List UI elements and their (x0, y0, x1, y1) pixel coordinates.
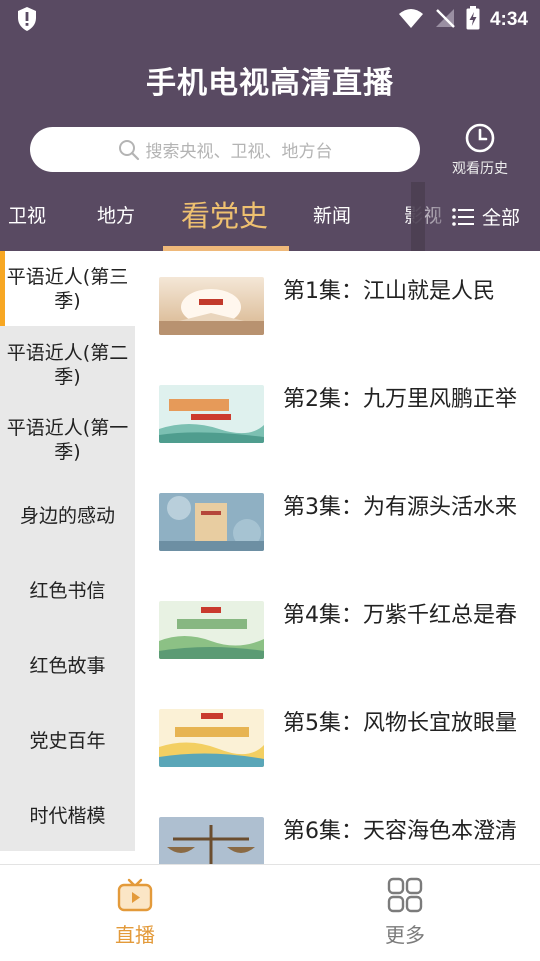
episode-title: 第2集：九万里风鹏正举 (283, 387, 517, 412)
sidebar: 平语近人(第三季) 平语近人(第二季) 平语近人(第一季) 身边的感动 红色书信… (0, 251, 135, 851)
episode-list: 第1集：江山就是人民 第2集：九万里风鹏正举 第3集：为有源头活水来 第4集：万… (135, 251, 540, 864)
list-item[interactable]: 第6集：天容海色本澄清 (135, 805, 540, 864)
tab-satellite[interactable]: 卫视 (8, 182, 46, 251)
episode-title: 第4集：万紫千红总是春 (283, 603, 517, 628)
list-item[interactable]: 第3集：为有源头活水来 (135, 481, 540, 581)
episode-thumbnail (159, 493, 264, 551)
episode-title: 第6集：天容海色本澄清 (283, 819, 517, 844)
episode-title: 第3集：为有源头活水来 (283, 495, 517, 520)
sidebar-item-role-models[interactable]: 时代楷模 (0, 796, 135, 836)
tab-local[interactable]: 地方 (97, 182, 135, 251)
bottom-nav: 直播 更多 (0, 864, 540, 961)
signal-off-icon (434, 7, 456, 33)
list-item[interactable]: 第1集：江山就是人民 (135, 265, 540, 365)
all-categories-button[interactable]: 全部 (452, 182, 540, 251)
sidebar-item-touching-stories[interactable]: 身边的感动 (0, 496, 135, 536)
list-item[interactable]: 第4集：万紫千红总是春 (135, 589, 540, 689)
episode-thumbnail (159, 385, 264, 443)
clock-icon (464, 122, 496, 154)
episode-thumbnail (159, 817, 264, 864)
history-label: 观看历史 (452, 161, 508, 177)
app-title: 手机电视高清直播 (146, 66, 394, 101)
episode-thumbnail (159, 709, 264, 767)
search-input[interactable]: 搜索央视、卫视、地方台 (30, 127, 420, 172)
tab-party-history[interactable]: 看党史 (181, 182, 268, 251)
episode-title: 第5集：风物长宜放眼量 (283, 711, 517, 736)
sidebar-item-pingyu-s3[interactable]: 平语近人(第三季) (0, 251, 135, 326)
nav-more-label: 更多 (385, 923, 425, 947)
search-icon (118, 139, 140, 161)
sidebar-item-red-stories[interactable]: 红色故事 (0, 646, 135, 686)
sidebar-item-party-centennial[interactable]: 党史百年 (0, 721, 135, 761)
sidebar-active-marker (0, 251, 5, 326)
nav-live[interactable]: 直播 (0, 865, 270, 961)
list-item[interactable]: 第2集：九万里风鹏正举 (135, 373, 540, 473)
search-placeholder: 搜索央视、卫视、地方台 (145, 142, 333, 162)
nav-live-label: 直播 (115, 923, 155, 947)
status-bar: 4:34 (0, 0, 540, 38)
sidebar-item-pingyu-s1[interactable]: 平语近人(第一季) (0, 410, 135, 470)
battery-charging-icon (466, 6, 480, 34)
episode-title: 第1集：江山就是人民 (283, 279, 495, 304)
list-icon (452, 207, 474, 226)
nav-more[interactable]: 更多 (270, 865, 540, 961)
tv-icon (117, 877, 153, 913)
grid-icon (387, 877, 423, 913)
tab-divider (411, 182, 425, 251)
episode-thumbnail (159, 277, 264, 335)
clock-time: 4:34 (489, 9, 528, 30)
history-button[interactable]: 观看历史 (446, 122, 514, 178)
episode-thumbnail (159, 601, 264, 659)
all-label: 全部 (482, 207, 521, 229)
tab-news[interactable]: 新闻 (313, 182, 351, 251)
wifi-icon (398, 7, 424, 33)
sidebar-item-pingyu-s2[interactable]: 平语近人(第二季) (0, 335, 135, 395)
sidebar-item-red-letters[interactable]: 红色书信 (0, 571, 135, 611)
shield-alert-icon (16, 6, 38, 36)
list-item[interactable]: 第5集：风物长宜放眼量 (135, 697, 540, 797)
